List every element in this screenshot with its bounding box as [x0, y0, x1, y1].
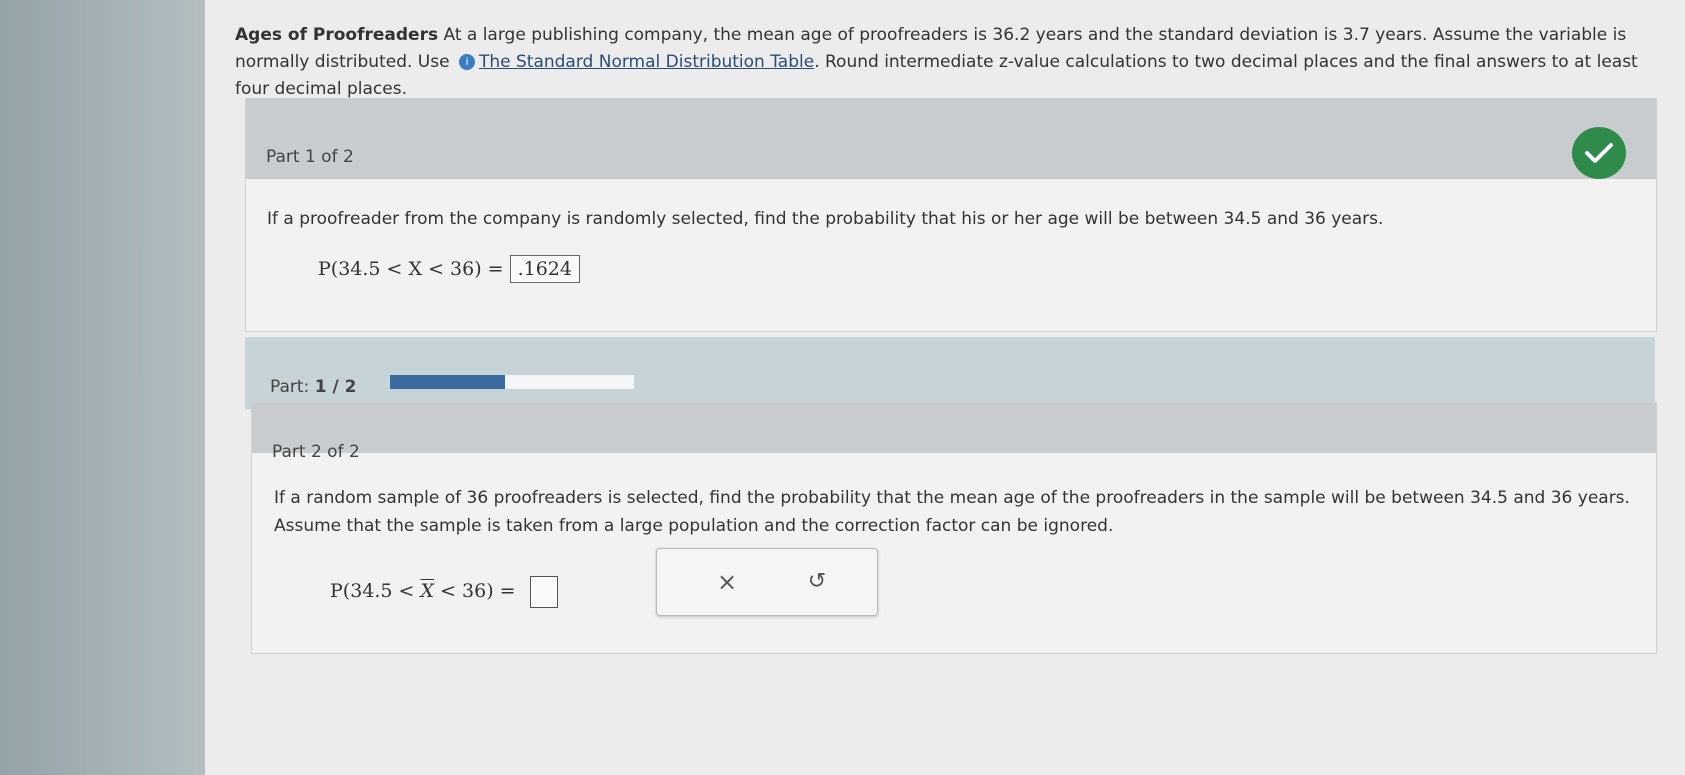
part1-question: If a proofreader from the company is ran… [267, 209, 1384, 229]
part1-expr-text: P(34.5 < X < 36) = [318, 258, 504, 280]
part1-header-label: Part 1 of 2 [266, 147, 354, 167]
problem-intro: Ages of Proofreaders At a large publishi… [235, 22, 1655, 103]
part2-header: Part 2 of 2 [252, 403, 1656, 462]
part2-expression: P(34.5 < X < 36) = [330, 576, 558, 608]
part1-card: Part 1 of 2 If a proofreader from the co… [245, 98, 1657, 332]
progress-label-text: Part: [270, 377, 310, 397]
answer-tool-panel: × ↺ [656, 548, 878, 616]
distribution-table-link[interactable]: The Standard Normal Distribution Table [479, 52, 814, 72]
part1-answer[interactable]: .1624 [509, 255, 580, 283]
clear-button[interactable]: × [712, 567, 742, 597]
checkmark-icon [1572, 127, 1626, 179]
left-margin [0, 0, 205, 775]
part2-header-label: Part 2 of 2 [272, 442, 360, 462]
problem-title: Ages of Proofreaders [235, 25, 439, 45]
info-icon[interactable]: i [458, 54, 475, 70]
progress-bar [390, 375, 634, 389]
part-progress: Part: 1 / 2 [245, 337, 1655, 409]
progress-value: 1 / 2 [314, 377, 357, 397]
part2-expr-suffix: < 36) = [434, 580, 516, 602]
part1-header: Part 1 of 2 [246, 99, 1656, 179]
progress-bar-fill [390, 375, 505, 389]
undo-button[interactable]: ↺ [802, 567, 832, 597]
part2-expr-var: X [420, 580, 435, 602]
part2-answer-input[interactable] [529, 576, 558, 608]
progress-label: Part: 1 / 2 [270, 377, 356, 397]
part2-expr-prefix: P(34.5 < [330, 580, 421, 602]
part2-question: If a random sample of 36 proofreaders is… [274, 488, 1630, 536]
part1-expression: P(34.5 < X < 36) = .1624 [318, 255, 580, 283]
